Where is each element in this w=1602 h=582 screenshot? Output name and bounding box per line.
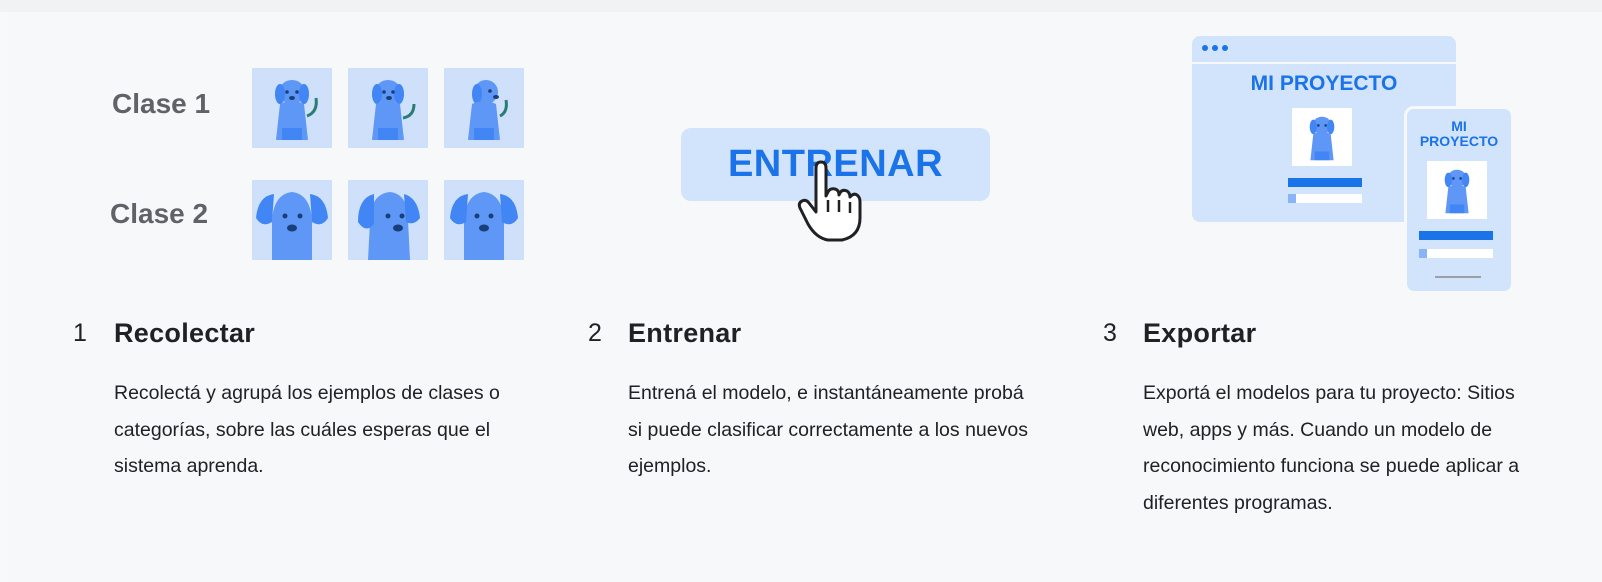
class-2-sample — [252, 180, 332, 260]
home-indicator — [1435, 276, 1481, 278]
mobile-preview-image — [1427, 161, 1487, 219]
class-1-sample — [444, 68, 524, 148]
desktop-result-bar — [1288, 178, 1362, 187]
dog-face-icon — [358, 192, 420, 260]
step-number: 1 — [73, 319, 87, 347]
step-title: Entrenar — [628, 318, 742, 348]
dog-face-icon — [450, 192, 518, 260]
class-1-sample — [252, 68, 332, 148]
mobile-project-title-line2: PROYECTO — [1419, 133, 1499, 149]
dog-face-icon — [256, 192, 328, 260]
desktop-project-title: MI PROYECTO — [1250, 72, 1398, 95]
sitting-dog-icon — [468, 80, 508, 140]
step-number: 2 — [588, 319, 602, 347]
sitting-dog-icon — [1309, 116, 1335, 161]
sitting-dog-icon — [275, 80, 318, 140]
step-title: Exportar — [1143, 318, 1257, 348]
step-title: Recolectar — [114, 318, 256, 348]
desktop-result-bar — [1288, 194, 1362, 203]
class-1-sample — [348, 68, 428, 148]
sitting-dog-icon — [372, 80, 416, 140]
mobile-result-bar — [1419, 249, 1493, 258]
class-2-label: Clase 2 — [110, 198, 209, 229]
class-2-sample — [348, 180, 428, 260]
step-description: Recolectá y agrupá los ejemplos de clase… — [114, 382, 500, 477]
desktop-preview-image — [1292, 108, 1352, 166]
step-description: Exportá el modelos para tu proyecto: Sit… — [1143, 382, 1520, 514]
step-description: Entrená el modelo, e instantáneamente pr… — [628, 382, 1028, 477]
class-1-label: Clase 1 — [112, 88, 211, 119]
sitting-dog-icon — [1444, 169, 1470, 214]
class-2-sample — [444, 180, 524, 260]
mobile-result-bar — [1419, 231, 1493, 240]
top-band — [0, 0, 1602, 12]
hand-pointer-icon — [797, 160, 862, 242]
mobile-phone-icon: MI PROYECTO — [1404, 106, 1514, 294]
step-number: 3 — [1103, 319, 1117, 347]
mobile-project-title-line1: MI — [1451, 118, 1467, 134]
